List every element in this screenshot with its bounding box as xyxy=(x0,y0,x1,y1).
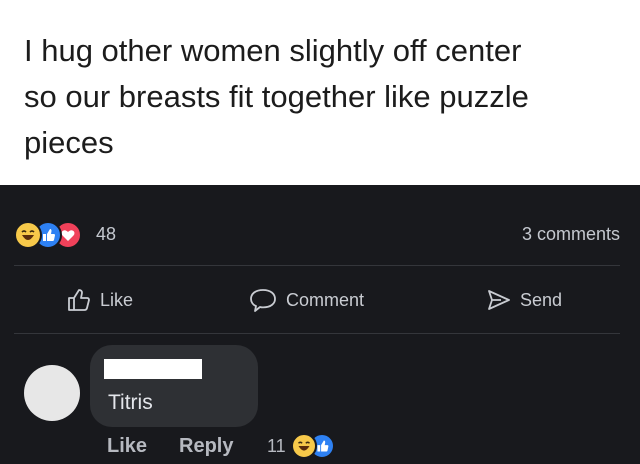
thumbs-up-icon xyxy=(68,289,90,311)
haha-reaction-icon xyxy=(291,433,317,459)
caption-line: pieces xyxy=(24,125,114,160)
divider xyxy=(14,265,620,266)
send-icon xyxy=(488,290,510,310)
caption-line: I hug other women slightly off center xyxy=(24,33,522,68)
comment-bubble: Titris xyxy=(90,345,258,427)
facebook-post-panel: 48 3 comments Like Comment Send Titris L… xyxy=(0,185,640,464)
send-button[interactable]: Send xyxy=(486,285,562,315)
comment-bubble-icon xyxy=(250,289,276,312)
post-action-bar: Like Comment Send xyxy=(0,285,640,315)
post-stats: 48 3 comments xyxy=(14,221,620,249)
like-label: Like xyxy=(100,289,134,310)
comment-reply-button[interactable]: Reply xyxy=(179,435,233,458)
divider xyxy=(14,333,620,334)
haha-reaction-icon xyxy=(14,221,42,249)
send-label: Send xyxy=(520,289,563,310)
comment-button[interactable]: Comment xyxy=(248,285,364,315)
caption-text: I hug other women slightly off center so… xyxy=(24,28,624,166)
comment-reaction-count: 11 xyxy=(267,436,286,456)
comment-text: Titris xyxy=(108,391,153,414)
reaction-count: 48 xyxy=(96,224,117,244)
like-button[interactable]: Like xyxy=(66,285,133,315)
redacted-author-name xyxy=(104,359,202,379)
comments-count-link[interactable]: 3 comments xyxy=(522,224,620,245)
comment-label: Comment xyxy=(286,289,365,310)
comment-like-button[interactable]: Like xyxy=(107,435,147,458)
avatar[interactable] xyxy=(24,365,80,421)
comment-item: Titris Like Reply 11 xyxy=(0,345,640,464)
caption-line: so our breasts fit together like puzzle xyxy=(24,79,529,114)
